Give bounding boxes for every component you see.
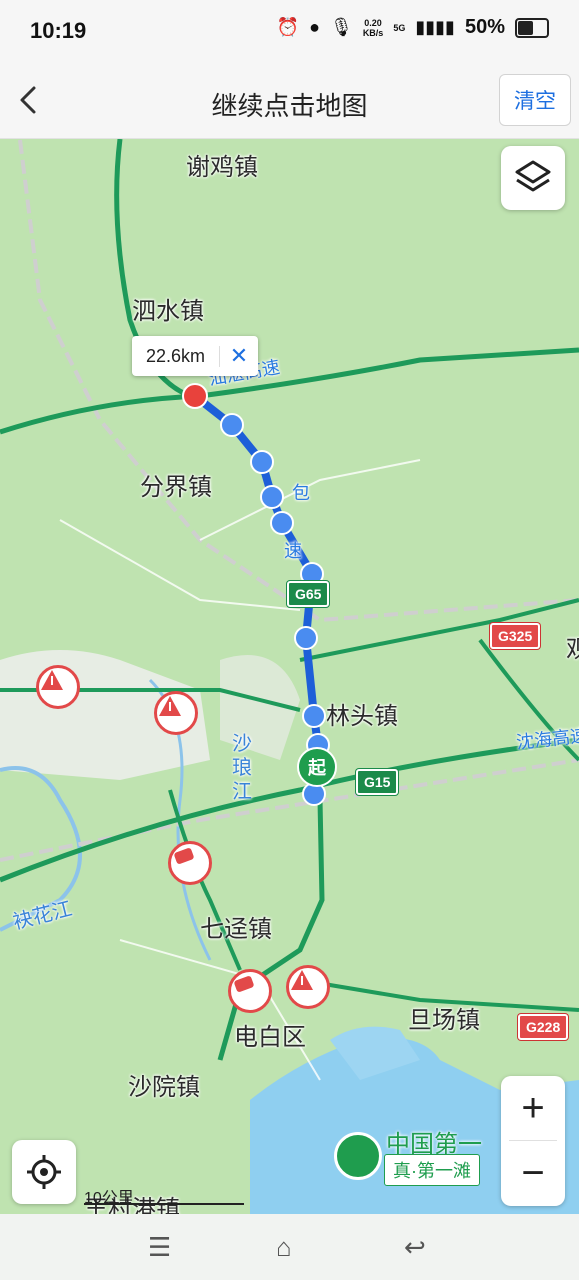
net-speed-unit: KB/s (362, 27, 384, 38)
map-layer (0, 139, 579, 1214)
status-bar: 10:19 ⏰ ● 🎙 0.20 KB/s 5G ▮▮▮▮ 50% (0, 0, 579, 62)
layers-button[interactable] (501, 146, 565, 210)
network-type: 5G (393, 22, 406, 33)
locate-icon (27, 1155, 61, 1189)
layers-icon (515, 160, 551, 192)
close-icon[interactable]: ✕ (220, 343, 258, 369)
highway-shield-g325: G325 (490, 623, 541, 649)
menu-nav-button[interactable]: ☰ (148, 1232, 171, 1263)
location-icon: ● (309, 17, 320, 37)
place-label-edge: 观 (566, 636, 579, 663)
plus-icon: + (521, 1085, 545, 1130)
zoom-out-button[interactable]: − (501, 1141, 565, 1205)
water-label-shalang-3: 江 (232, 781, 252, 803)
battery-text: 50% (464, 16, 505, 38)
place-label-danchang: 旦场镇 (408, 1007, 480, 1034)
app-header: 继续点击地图 清空 (0, 62, 579, 139)
back-nav-button[interactable]: ↩ (404, 1232, 426, 1263)
status-time: 10:19 (30, 18, 87, 43)
road-label-baomao-2: 速 (284, 541, 302, 561)
place-label-xieji: 谢鸡镇 (186, 154, 258, 181)
route-end-point (182, 383, 208, 409)
place-label-fenjie: 分界镇 (140, 474, 212, 501)
highway-shield-g15: G15 (356, 769, 399, 795)
distance-value: 22.6km (132, 345, 220, 367)
traffic-accident-icon[interactable] (168, 841, 212, 885)
place-label-lintou: 林头镇 (326, 703, 398, 730)
place-label-qijing: 七迳镇 (200, 916, 272, 943)
start-marker[interactable]: 起 (297, 747, 337, 787)
roadwork-icon[interactable] (286, 965, 330, 1009)
zoom-in-button[interactable]: + (501, 1076, 565, 1140)
traffic-accident-icon[interactable] (228, 969, 272, 1013)
mic-icon: 🎙 (329, 17, 353, 37)
home-nav-button[interactable]: ⌂ (276, 1232, 292, 1263)
minus-icon: − (521, 1150, 545, 1195)
highway-shield-g228: G228 (518, 1014, 569, 1040)
zoom-controls: + − (501, 1076, 565, 1206)
highway-shield-g65: G65 (287, 581, 330, 607)
roadwork-icon[interactable] (36, 665, 80, 709)
system-nav-bar: ☰ ⌂ ↩ (0, 1214, 579, 1280)
map-canvas[interactable]: 谢鸡镇 泗水镇 分界镇 林头镇 七迳镇 电白区 旦场镇 沙院镇 王村港镇 观 汕… (0, 139, 579, 1214)
clear-button[interactable]: 清空 (499, 74, 571, 126)
poi-sublabel[interactable]: 真·第一滩 (384, 1154, 480, 1186)
place-label-shayuan: 沙院镇 (128, 1074, 200, 1101)
page-title: 继续点击地图 (211, 91, 368, 121)
roadwork-icon[interactable] (154, 691, 198, 735)
place-label-dianbai: 电白区 (234, 1024, 306, 1051)
place-label-sishui: 泗水镇 (132, 298, 204, 325)
distance-popup: 22.6km ✕ (132, 336, 258, 376)
locate-button[interactable] (12, 1140, 76, 1204)
alarm-icon: ⏰ (276, 17, 300, 37)
scale-bar (84, 1203, 244, 1205)
net-speed-value: 0.20 (364, 17, 382, 28)
battery-icon (515, 17, 549, 38)
net-speed: 0.20 KB/s (363, 18, 384, 38)
status-icons: ⏰ ● 🎙 0.20 KB/s 5G ▮▮▮▮ 50% (277, 16, 549, 39)
signal-icon: ▮▮▮▮ (415, 17, 455, 37)
tree-icon[interactable] (334, 1132, 382, 1180)
road-label-baomao-1: 包 (292, 483, 310, 503)
